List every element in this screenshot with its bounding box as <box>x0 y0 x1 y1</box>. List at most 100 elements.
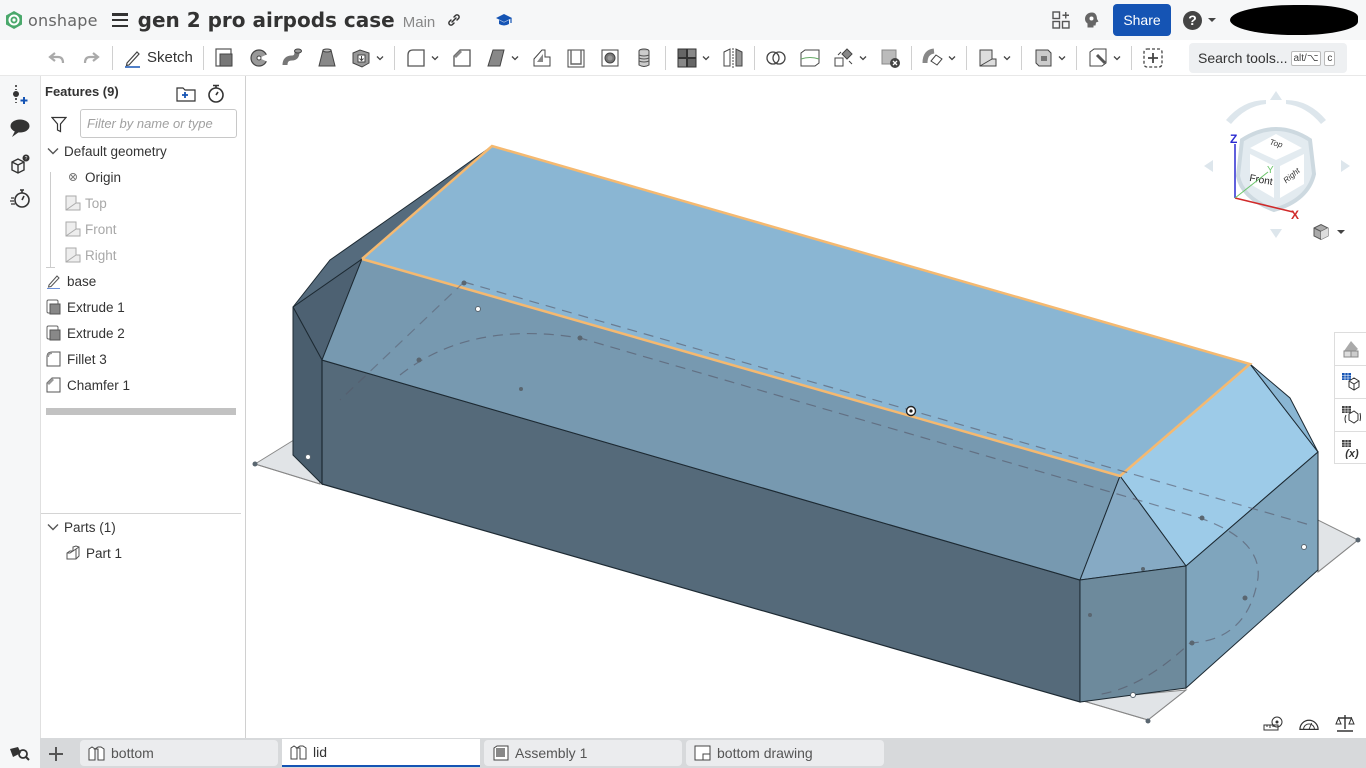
surface-icon[interactable] <box>1032 47 1054 69</box>
tree-item-front-plane[interactable]: Front <box>65 218 265 240</box>
chevron-down-icon[interactable] <box>511 54 519 62</box>
chevron-down-icon <box>1208 18 1216 22</box>
sketch-icon <box>47 275 60 289</box>
view-cube[interactable]: Top Front Right Z X Y <box>1198 88 1358 243</box>
variables-panel-button[interactable]: (x) <box>1335 432 1366 465</box>
part-icon <box>66 545 80 560</box>
chevron-down-icon[interactable] <box>859 54 867 62</box>
transform-icon[interactable] <box>833 47 855 69</box>
loft-icon[interactable] <box>316 47 338 69</box>
chevron-down-icon[interactable] <box>45 143 61 159</box>
thicken-icon[interactable] <box>350 47 372 69</box>
user-account-menu[interactable] <box>1230 5 1358 35</box>
chevron-down-icon[interactable] <box>431 54 439 62</box>
filter-icon[interactable] <box>51 116 67 133</box>
rib-icon[interactable] <box>531 47 553 69</box>
chevron-down-icon[interactable] <box>376 54 384 62</box>
scale-icon <box>1335 715 1355 732</box>
chevron-down-icon[interactable] <box>948 54 956 62</box>
help-menu[interactable]: ? <box>1183 10 1216 30</box>
cube[interactable]: Top Front Right <box>1235 127 1317 213</box>
chevron-down-icon[interactable] <box>1058 54 1066 62</box>
insert-mate-connector-icon[interactable] <box>9 83 31 105</box>
pattern-icon[interactable] <box>676 47 698 69</box>
extrude-icon[interactable] <box>214 47 236 69</box>
chamfer-icon[interactable] <box>451 47 473 69</box>
shortcut-modifier: alt/⌥ <box>1290 50 1322 66</box>
feature-label: Chamfer 1 <box>67 377 131 393</box>
tree-item-origin[interactable]: Origin <box>65 166 265 188</box>
hole-icon[interactable] <box>599 47 621 69</box>
bom-panel-button[interactable] <box>1335 366 1366 399</box>
delete-part-icon[interactable] <box>879 47 901 69</box>
default-geometry-group[interactable]: Default geometry <box>45 140 245 162</box>
panel-divider[interactable] <box>41 513 241 514</box>
app-store-icon[interactable] <box>1051 10 1071 30</box>
mass-properties-button[interactable] <box>1335 713 1355 733</box>
thread-icon[interactable] <box>633 47 655 69</box>
add-folder-icon[interactable] <box>176 85 196 102</box>
horizontal-scrollbar[interactable] <box>46 408 236 415</box>
tab-lid[interactable]: lid <box>282 739 480 767</box>
help-icon: ? <box>1183 10 1202 30</box>
chevron-down-icon[interactable] <box>702 54 710 62</box>
section-view-icon[interactable] <box>1087 47 1109 69</box>
plane-icon[interactable] <box>977 47 999 69</box>
chevron-down-icon[interactable] <box>45 519 61 535</box>
angle-measure-button[interactable] <box>1299 713 1319 733</box>
ai-advisor-icon[interactable] <box>1083 11 1101 29</box>
feature-item-extrude-1[interactable]: Extrude 1 <box>46 296 246 318</box>
feature-item-chamfer-1[interactable]: Chamfer 1 <box>46 374 246 396</box>
tab-bottom-drawing[interactable]: bottom drawing <box>686 740 884 766</box>
chevron-down-icon[interactable] <box>1003 54 1011 62</box>
measure-button[interactable] <box>1263 713 1283 733</box>
feature-item-base[interactable]: base <box>46 270 246 292</box>
shell-icon[interactable] <box>565 47 587 69</box>
filter-input[interactable] <box>80 109 237 138</box>
feature-item-fillet-3[interactable]: Fillet 3 <box>46 348 246 370</box>
tab-assembly-1[interactable]: Assembly 1 <box>484 740 682 766</box>
performance-timer-icon[interactable] <box>9 187 31 209</box>
configurations-panel-button[interactable] <box>1335 399 1366 432</box>
parts-group[interactable]: Parts (1) <box>45 516 245 538</box>
split-icon[interactable] <box>799 47 821 69</box>
draft-icon[interactable] <box>485 47 507 69</box>
document-title[interactable]: gen 2 pro airpods case <box>138 8 395 32</box>
link-icon[interactable] <box>447 13 461 27</box>
x-axis-label: X <box>1291 208 1299 222</box>
feature-label: base <box>67 273 97 289</box>
feature-list-panel: Features (9) Default geometry Origin Top… <box>40 76 246 738</box>
revolve-icon[interactable] <box>248 47 270 69</box>
feature-item-extrude-2[interactable]: Extrude 2 <box>46 322 246 344</box>
tree-item-right-plane[interactable]: Right <box>65 244 265 266</box>
sheet-metal-icon[interactable] <box>922 47 944 69</box>
fillet-icon[interactable] <box>405 47 427 69</box>
menu-button[interactable] <box>111 13 128 27</box>
configurations-icon[interactable]: ? <box>9 153 31 175</box>
add-tab-button[interactable] <box>44 742 68 766</box>
add-custom-feature-icon[interactable] <box>1142 47 1164 69</box>
onshape-logo[interactable]: onshape <box>5 10 98 30</box>
mirror-icon[interactable] <box>722 47 744 69</box>
appearance-panel-button[interactable] <box>1335 333 1366 366</box>
tab-search-button[interactable] <box>0 738 40 768</box>
chevron-down-icon[interactable] <box>1113 54 1121 62</box>
learning-center-icon[interactable] <box>495 12 513 28</box>
rollback-timer-icon[interactable] <box>207 84 225 103</box>
branch-label[interactable]: Main <box>403 14 436 31</box>
sketch-button[interactable]: Sketch <box>123 48 193 68</box>
tree-item-top-plane[interactable]: Top <box>65 192 265 214</box>
search-tools-input[interactable]: Search tools... alt/⌥ c <box>1189 43 1347 73</box>
share-button[interactable]: Share <box>1113 4 1171 36</box>
tab-bottom[interactable]: bottom <box>80 740 278 766</box>
origin-marker[interactable] <box>905 405 917 417</box>
part-item-part-1[interactable]: Part 1 <box>65 542 265 564</box>
redo-icon[interactable] <box>80 47 102 69</box>
tree-item-label: Top <box>85 195 107 211</box>
boolean-icon[interactable] <box>765 47 787 69</box>
comments-icon[interactable] <box>9 117 31 139</box>
undo-icon[interactable] <box>46 47 68 69</box>
view-options-dropdown[interactable] <box>1311 222 1347 242</box>
plus-icon <box>49 747 63 761</box>
sweep-icon[interactable] <box>282 47 304 69</box>
